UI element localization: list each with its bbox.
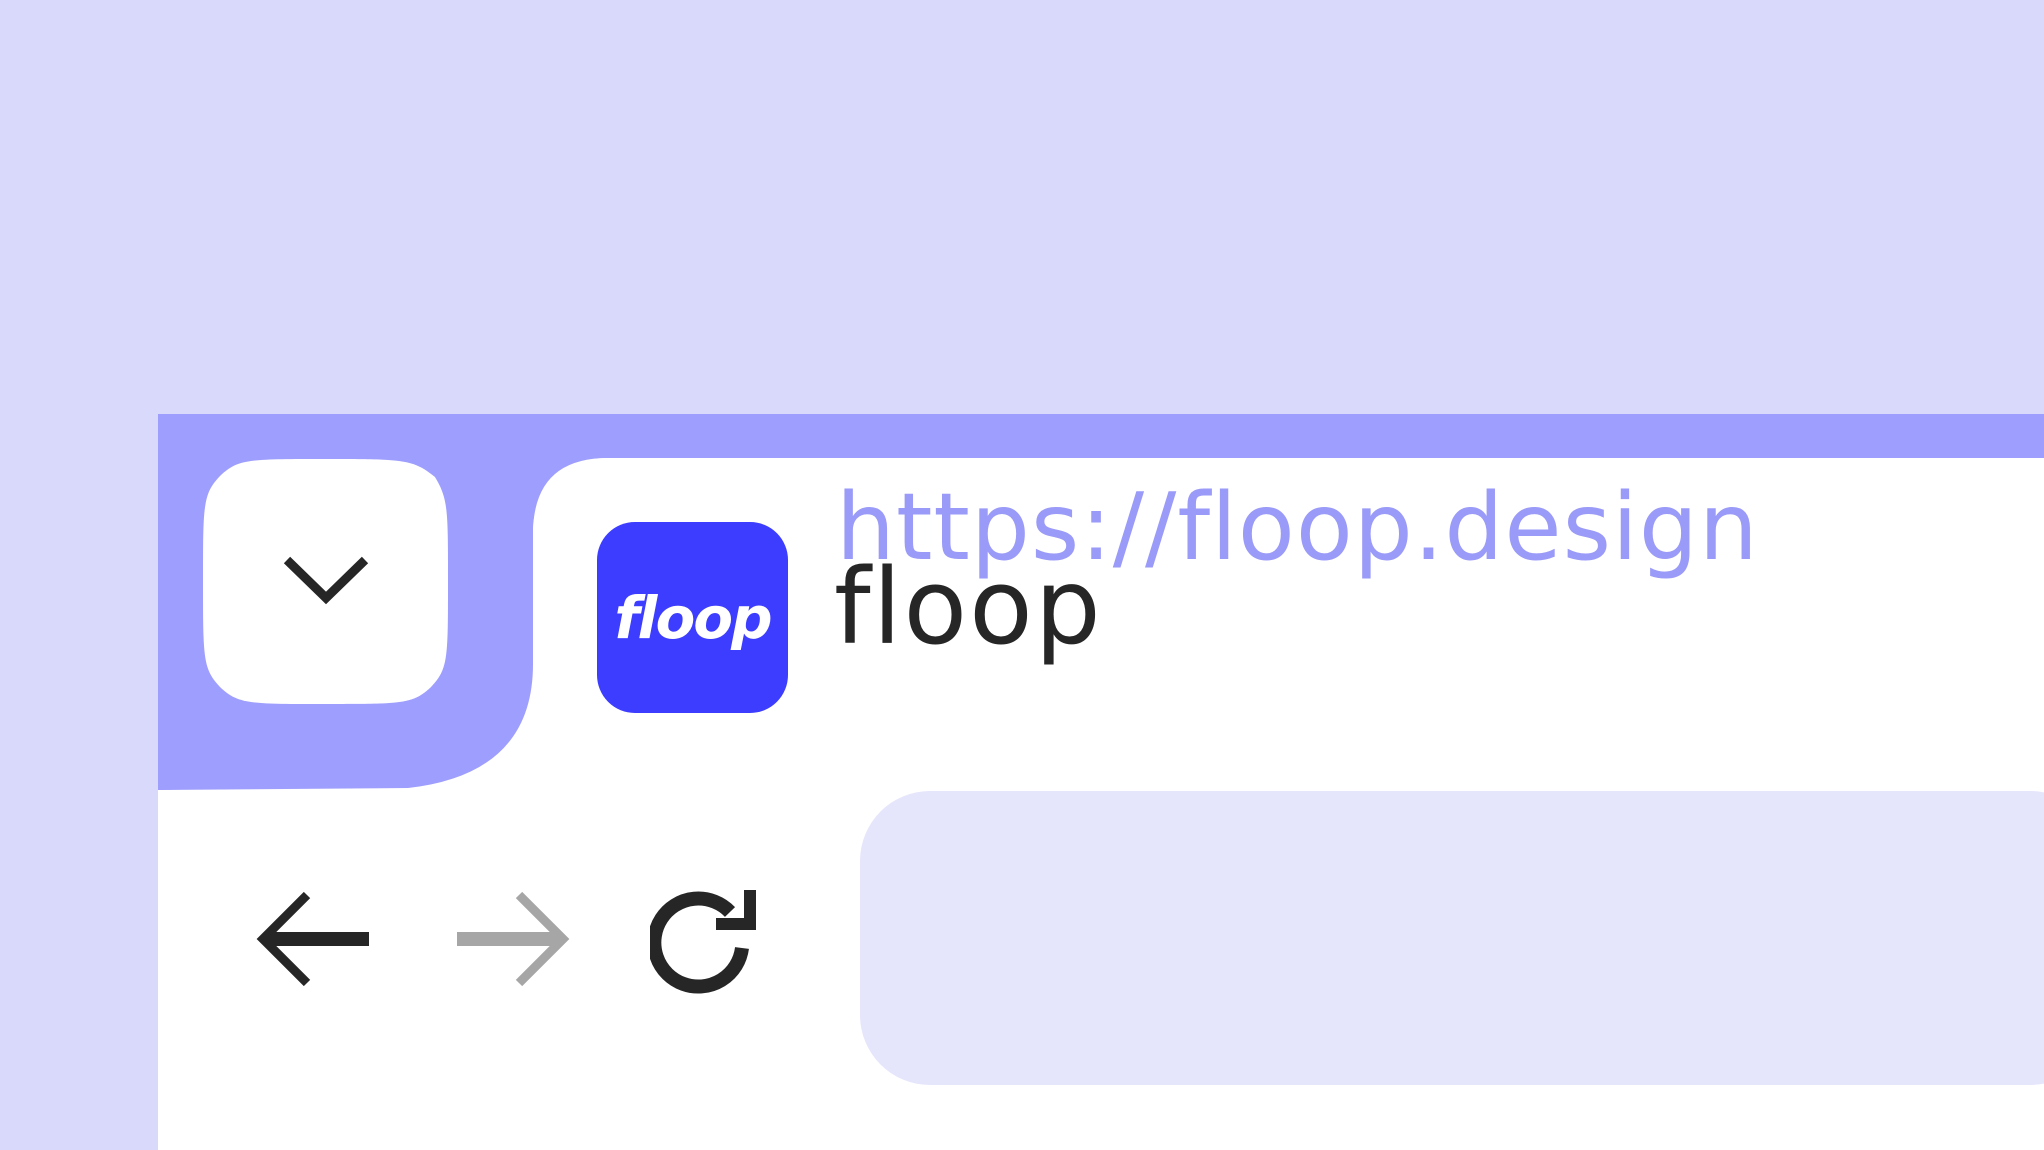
url-text[interactable]: https://floop.design — [836, 452, 1759, 602]
reload-icon — [650, 890, 756, 994]
reload-button[interactable] — [640, 874, 770, 1004]
address-bar[interactable] — [860, 791, 2044, 1085]
chevron-down-icon — [283, 556, 368, 604]
arrow-right-icon — [457, 891, 570, 987]
tabs-menu-button[interactable] — [203, 459, 448, 704]
favicon-logo-text: floop — [614, 583, 772, 652]
tab-favicon: floop — [597, 522, 788, 713]
forward-button[interactable] — [448, 874, 578, 1004]
arrow-left-icon — [256, 891, 369, 987]
back-button[interactable] — [248, 874, 378, 1004]
